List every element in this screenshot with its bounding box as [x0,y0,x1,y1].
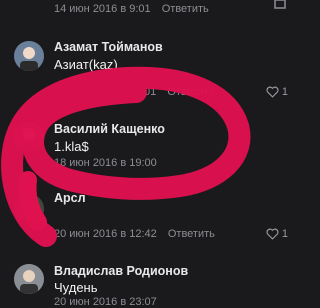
like-count: 1 [281,86,288,98]
user-avatar-icon [14,122,44,152]
heart-icon [266,86,279,98]
comment-meta: 20 июн 2016 в 23:07 [54,296,157,308]
comment-date: 20 июн 2016 в 23:07 [54,296,157,308]
reply-link[interactable]: Ответить [168,228,215,240]
avatar[interactable] [14,264,44,294]
user-avatar-icon [14,194,44,224]
comment-meta: 01 Ответить [144,86,214,98]
like-count: 1 [281,228,288,240]
comment-item: 14 июн 2016 в 9:01 Ответить [0,0,300,20]
like-button[interactable]: 1 [266,228,288,240]
reply-link[interactable]: Ответить [162,3,209,15]
comment-text: Азиат(kaz) [54,57,118,72]
comment-item: Василий Кащенко 1.kla$ 18 июн 2016 в 19:… [0,118,300,178]
comments-feed: 14 июн 2016 в 9:01 Ответить Азамат Тойма… [0,0,300,308]
comment-date: 14 июн 2016 в 9:01 [54,3,151,15]
comment-meta: 18 июн 2016 в 19:00 [54,157,157,169]
comment-date: 18 июн 2016 в 19:00 [54,157,157,169]
comment-author[interactable]: Владислав Родионов [54,264,188,278]
like-button[interactable]: 1 [266,86,288,98]
avatar[interactable] [14,194,44,224]
user-avatar-icon [14,41,44,71]
comment-item: Азамат Тойманов Азиат(kaz) 01 Ответить 1 [0,36,300,104]
user-avatar-icon [14,264,44,294]
comment-text: 1.kla$ [54,139,89,154]
reply-link[interactable]: Ответить [167,86,214,98]
comment-text: Чудень [54,280,98,295]
menu-icon[interactable] [274,0,286,12]
avatar[interactable] [14,41,44,71]
comment-item: Арсл 20 июн 2016 в 12:42 Ответить 1 [0,190,300,250]
heart-icon [266,228,279,240]
comment-author[interactable]: Василий Кащенко [54,122,165,136]
comment-date: 01 [144,86,157,98]
comment-item: Владислав Родионов Чудень 20 июн 2016 в … [0,262,300,308]
comment-author[interactable]: Арсл [54,191,86,205]
avatar[interactable] [14,122,44,152]
comment-date: 20 июн 2016 в 12:42 [54,228,157,240]
comment-meta: 14 июн 2016 в 9:01 Ответить [54,3,209,15]
comment-meta: 20 июн 2016 в 12:42 Ответить [54,228,215,240]
comment-author[interactable]: Азамат Тойманов [54,40,163,54]
